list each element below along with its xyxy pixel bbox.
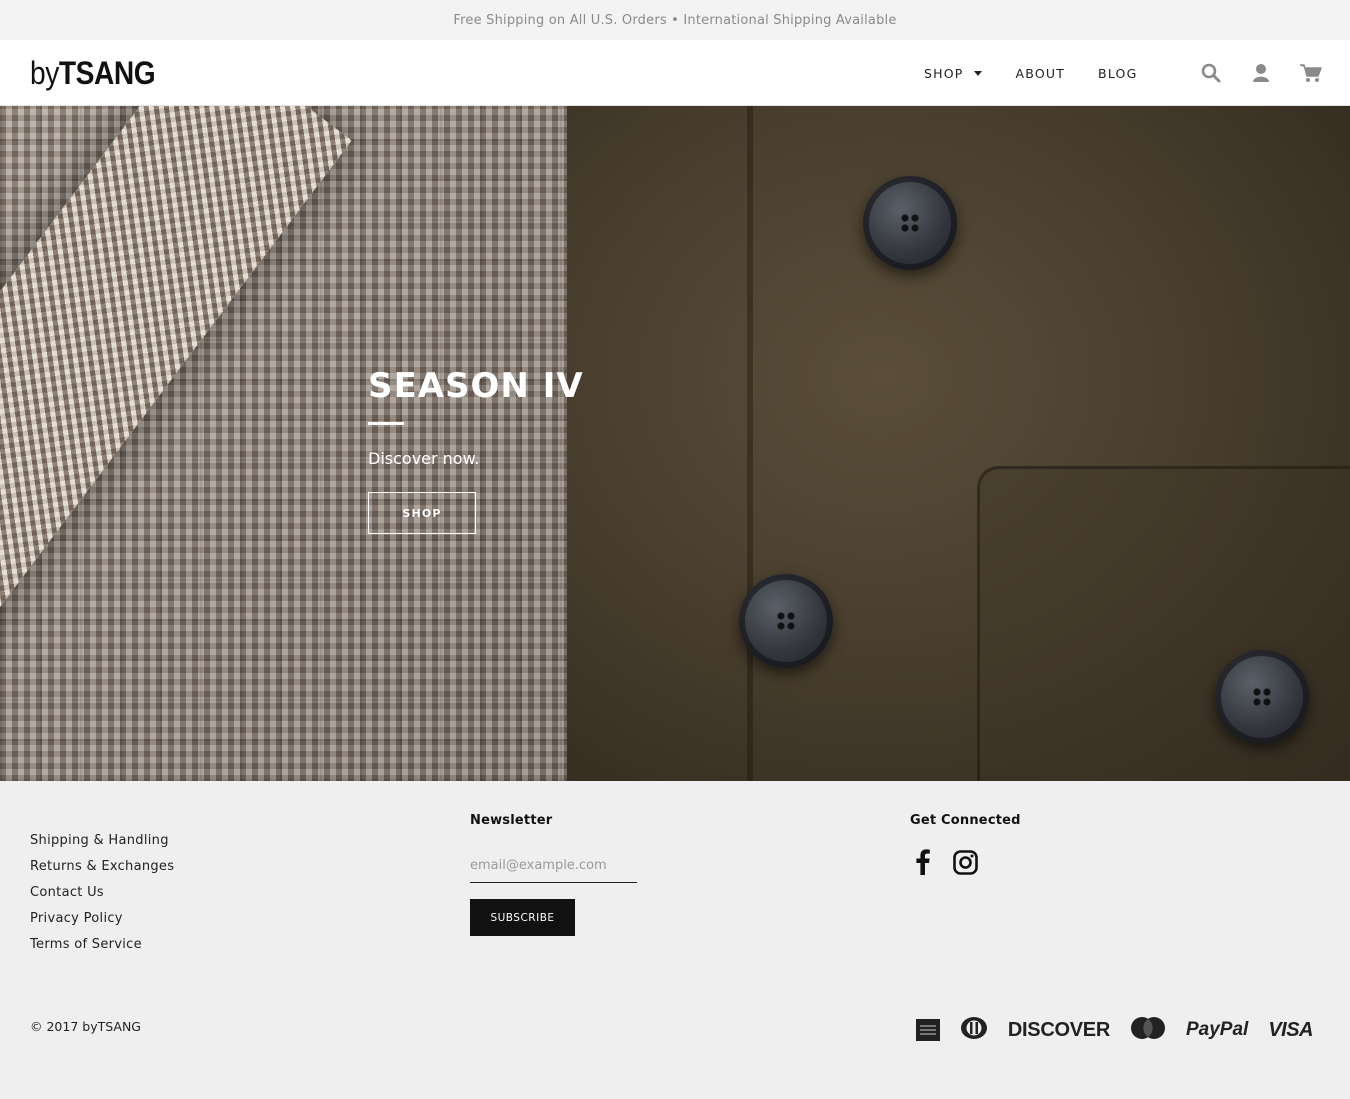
paypal-icon: PayPal	[1185, 1019, 1249, 1040]
header-actions	[1200, 40, 1322, 106]
logo-name: TSANG	[58, 55, 156, 91]
social-section: Get Connected	[910, 813, 1021, 876]
logo-prefix: by	[30, 55, 59, 91]
facebook-icon[interactable]	[910, 848, 936, 876]
hero-image-wool-coat	[567, 106, 1350, 781]
newsletter-section: Newsletter SUBSCRIBE	[470, 813, 637, 936]
instagram-icon[interactable]	[952, 848, 978, 876]
hero-shop-button[interactable]: SHOP	[368, 492, 476, 534]
coat-button	[863, 176, 957, 270]
visa-icon: VISA	[1268, 1018, 1313, 1041]
announcement-text: Free Shipping on All U.S. Orders • Inter…	[453, 12, 897, 28]
nav-item-blog[interactable]: BLOG	[1098, 66, 1137, 81]
footer-link-shipping[interactable]: Shipping & Handling	[30, 828, 174, 854]
hero-content: SEASON IV Discover now. SHOP	[368, 366, 584, 534]
amex-icon	[915, 1019, 940, 1041]
mastercard-icon	[1130, 1016, 1166, 1044]
logo[interactable]: byTSANG	[30, 54, 156, 92]
copyright: © 2017 byTSANG	[30, 1019, 141, 1034]
coat-seam	[747, 106, 753, 781]
main-nav: SHOP ABOUT BLOG	[924, 40, 1137, 106]
nav-item-label: ABOUT	[1015, 65, 1066, 81]
hero-divider	[368, 422, 404, 425]
nav-item-label: BLOG	[1098, 65, 1138, 81]
email-field[interactable]	[470, 848, 637, 883]
hero-subtitle: Discover now.	[368, 449, 480, 468]
discover-icon: DISCOVER	[1007, 1018, 1110, 1041]
hero-title: SEASON IV	[368, 366, 584, 406]
social-title: Get Connected	[910, 813, 1021, 828]
site-header: byTSANG SHOP ABOUT BLOG	[0, 40, 1350, 106]
subscribe-button[interactable]: SUBSCRIBE	[470, 899, 575, 936]
social-links	[910, 848, 1021, 876]
hero-banner: SEASON IV Discover now. SHOP	[0, 106, 1350, 781]
footer-link-returns[interactable]: Returns & Exchanges	[30, 854, 174, 880]
coat-button	[739, 574, 833, 668]
nav-item-about[interactable]: ABOUT	[1016, 66, 1066, 81]
footer-link-terms[interactable]: Terms of Service	[30, 932, 174, 958]
cart-icon[interactable]	[1300, 62, 1322, 84]
nav-item-label: SHOP	[924, 65, 964, 81]
nav-item-shop[interactable]: SHOP	[924, 66, 982, 81]
footer-link-contact[interactable]: Contact Us	[30, 880, 174, 906]
site-footer: Shipping & Handling Returns & Exchanges …	[0, 781, 1350, 1099]
newsletter-title: Newsletter	[470, 813, 553, 828]
diners-club-icon	[960, 1016, 988, 1044]
coat-button	[1215, 650, 1309, 744]
footer-link-privacy[interactable]: Privacy Policy	[30, 906, 174, 932]
caret-down-icon	[973, 70, 982, 76]
announcement-bar: Free Shipping on All U.S. Orders • Inter…	[0, 0, 1350, 40]
account-icon[interactable]	[1250, 62, 1272, 84]
footer-links: Shipping & Handling Returns & Exchanges …	[30, 828, 174, 958]
search-icon[interactable]	[1200, 62, 1222, 84]
coat-pocket	[977, 466, 1350, 781]
payment-methods: DISCOVER PayPal VISA	[915, 1016, 1313, 1044]
